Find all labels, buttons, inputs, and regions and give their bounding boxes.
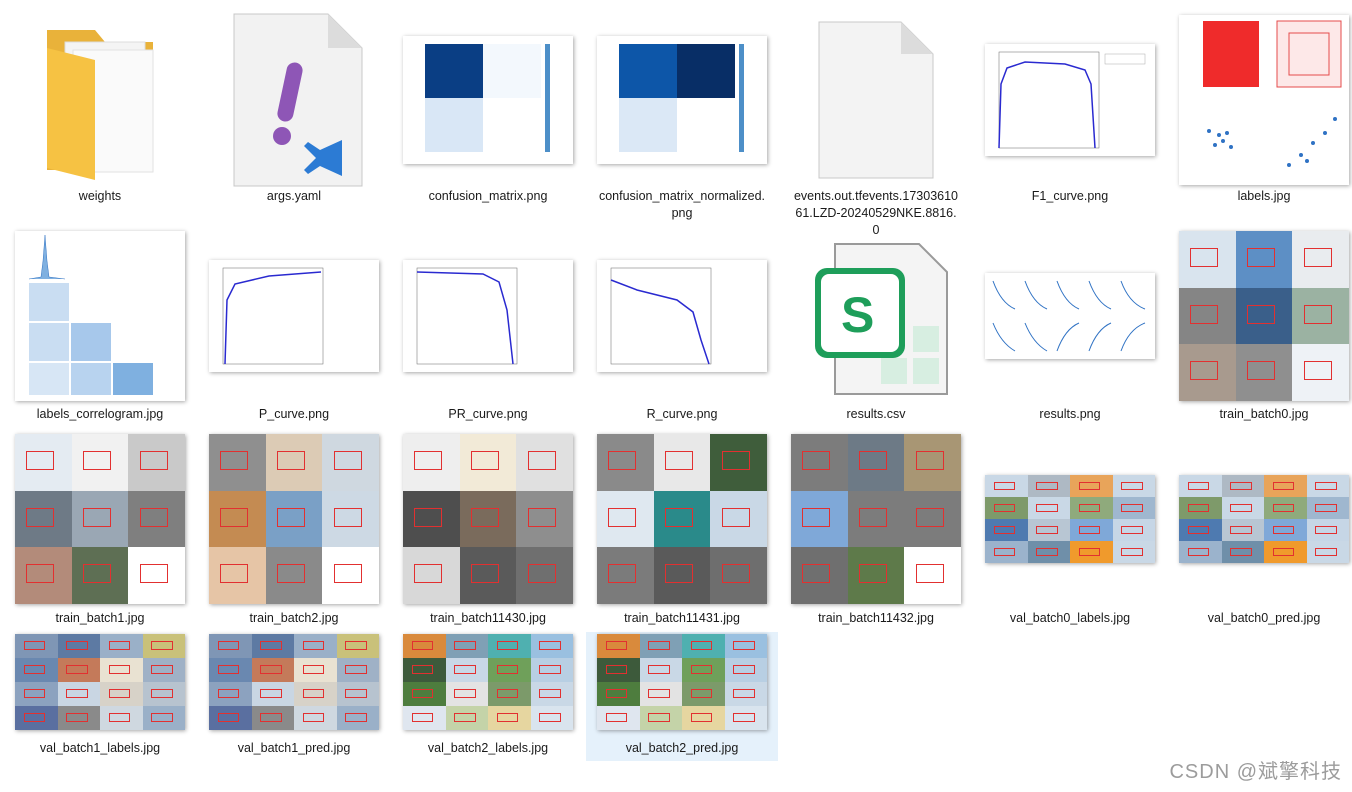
file-name: train_batch11430.jpg <box>430 611 546 625</box>
spreadsheet-file-icon: S <box>788 230 964 402</box>
file-item-args-yaml[interactable]: args.yaml <box>206 10 382 215</box>
image-thumbnail <box>206 230 382 402</box>
file-item-r-curve[interactable]: R_curve.png <box>594 230 770 430</box>
file-name: val_batch1_labels.jpg <box>39 741 161 755</box>
blank-file-icon <box>788 10 964 190</box>
image-thumbnail <box>982 230 1158 402</box>
file-name: F1_curve.png <box>1031 189 1109 203</box>
file-name: results.csv <box>846 407 906 421</box>
file-item-val-batch0-pred[interactable]: val_batch0_pred.jpg <box>1176 432 1352 628</box>
file-item-p-curve[interactable]: P_curve.png <box>206 230 382 430</box>
file-item-confusion-matrix[interactable]: confusion_matrix.png <box>400 10 576 215</box>
file-item-train-batch2[interactable]: train_batch2.jpg <box>206 432 382 628</box>
file-item-train-batch1[interactable]: train_batch1.jpg <box>12 432 188 628</box>
file-name: val_batch2_pred.jpg <box>625 741 739 755</box>
file-item-train-batch0[interactable]: train_batch0.jpg <box>1176 230 1352 430</box>
file-item-val-batch1-pred[interactable]: val_batch1_pred.jpg <box>206 632 382 760</box>
image-thumbnail <box>1176 230 1352 402</box>
image-thumbnail <box>206 432 382 606</box>
svg-text:S: S <box>841 287 874 343</box>
file-item-f1-curve[interactable]: F1_curve.png <box>982 10 1158 215</box>
file-item-val-batch2-labels[interactable]: val_batch2_labels.jpg <box>400 632 576 760</box>
folder-icon <box>12 10 188 190</box>
file-item-val-batch2-pred[interactable]: val_batch2_pred.jpg <box>586 632 778 761</box>
image-thumbnail <box>1176 432 1352 606</box>
image-thumbnail <box>206 632 382 732</box>
file-name: R_curve.png <box>646 407 718 421</box>
file-name: labels_correlogram.jpg <box>36 407 164 421</box>
file-item-val-batch0-labels[interactable]: val_batch0_labels.jpg <box>982 432 1158 628</box>
file-name: weights <box>78 189 122 203</box>
file-name: val_batch0_pred.jpg <box>1207 611 1321 625</box>
file-name: train_batch1.jpg <box>55 611 145 625</box>
file-item-train-batch11432[interactable]: train_batch11432.jpg <box>788 432 964 628</box>
image-thumbnail <box>1176 10 1352 190</box>
image-thumbnail <box>594 432 770 606</box>
image-thumbnail <box>982 432 1158 606</box>
image-thumbnail <box>400 10 576 190</box>
file-item-weights[interactable]: weights <box>12 10 188 215</box>
file-name: train_batch0.jpg <box>1219 407 1309 421</box>
file-name: results.png <box>1039 407 1101 421</box>
image-thumbnail <box>400 432 576 606</box>
image-thumbnail <box>400 230 576 402</box>
image-thumbnail <box>788 432 964 606</box>
file-item-labels-correlogram[interactable]: labels_correlogram.jpg <box>12 230 188 430</box>
file-item-confusion-matrix-normalized[interactable]: confusion_matrix_normalized.png <box>594 10 770 220</box>
file-item-train-batch11430[interactable]: train_batch11430.jpg <box>400 432 576 628</box>
file-name: args.yaml <box>266 189 322 203</box>
file-item-pr-curve[interactable]: PR_curve.png <box>400 230 576 430</box>
file-item-events-tfevents[interactable]: events.out.tfevents.1730361061.LZD-20240… <box>788 10 964 237</box>
yaml-file-icon <box>206 10 382 190</box>
file-name: val_batch0_labels.jpg <box>1009 611 1131 625</box>
image-thumbnail <box>12 230 188 402</box>
image-thumbnail <box>12 632 188 732</box>
file-name: labels.jpg <box>1237 189 1291 203</box>
file-name: confusion_matrix.png <box>428 189 548 203</box>
image-thumbnail <box>400 632 576 732</box>
file-name: train_batch2.jpg <box>249 611 339 625</box>
file-item-val-batch1-labels[interactable]: val_batch1_labels.jpg <box>12 632 188 760</box>
file-name: P_curve.png <box>258 407 330 421</box>
image-thumbnail <box>12 432 188 606</box>
file-name: val_batch2_labels.jpg <box>427 741 549 755</box>
file-item-labels[interactable]: labels.jpg <box>1176 10 1352 215</box>
image-thumbnail <box>594 632 770 732</box>
file-item-results-csv[interactable]: S results.csv <box>788 230 964 430</box>
image-thumbnail <box>594 10 770 190</box>
file-name: confusion_matrix_normalized.png <box>598 189 766 220</box>
file-name: train_batch11432.jpg <box>818 611 934 625</box>
image-thumbnail <box>982 10 1158 190</box>
file-name: val_batch1_pred.jpg <box>237 741 351 755</box>
image-thumbnail <box>594 230 770 402</box>
file-name: train_batch11431.jpg <box>624 611 740 625</box>
file-item-train-batch11431[interactable]: train_batch11431.jpg <box>594 432 770 628</box>
file-item-results-png[interactable]: results.png <box>982 230 1158 430</box>
file-name: PR_curve.png <box>448 407 528 421</box>
csdn-watermark: CSDN @斌擎科技 <box>1169 761 1342 783</box>
